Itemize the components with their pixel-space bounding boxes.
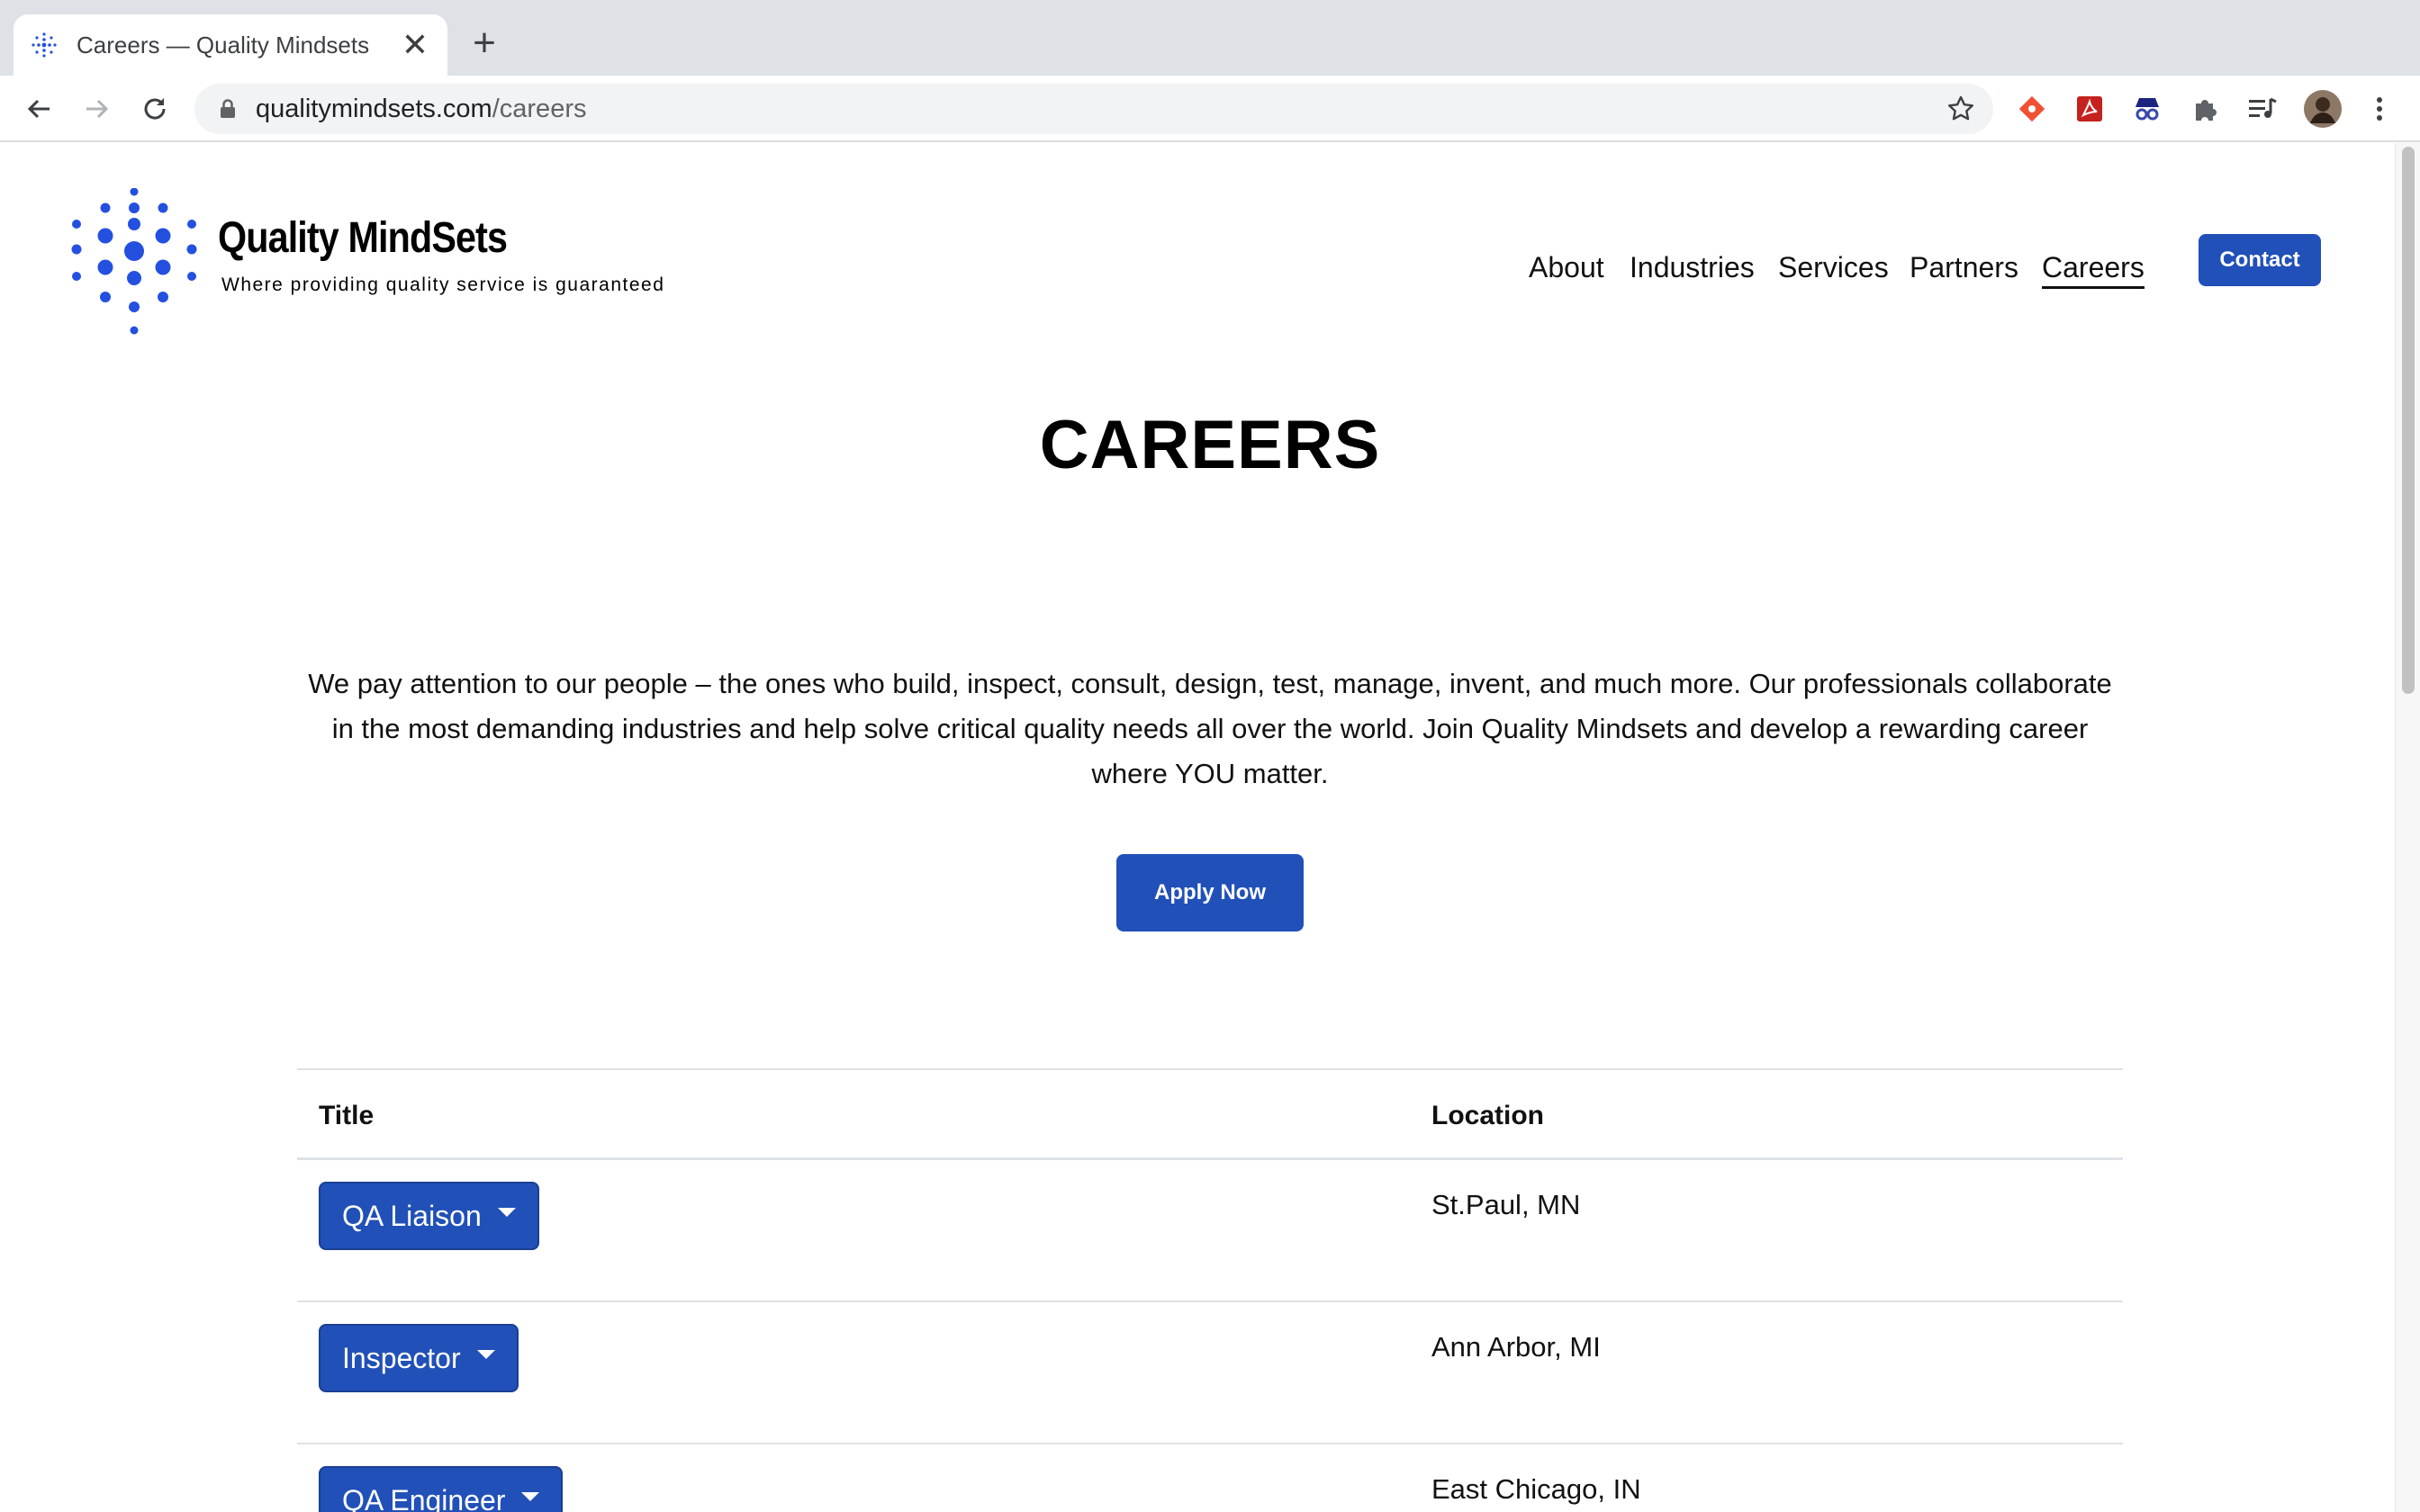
site-favicon-icon <box>30 31 59 59</box>
nav-link-industries[interactable]: Industries <box>1630 251 1755 284</box>
contact-button[interactable]: Contact <box>2199 234 2321 286</box>
page-viewport: Quality MindSets Where providing quality… <box>0 143 2395 1512</box>
address-bar[interactable]: qualitymindsets.com/careers <box>194 84 1993 134</box>
main-nav: About Industries Services Partners Caree… <box>0 242 2395 296</box>
job-title: QA Liaison <box>342 1199 482 1232</box>
url-path: /careers <box>492 94 587 123</box>
back-arrow-icon[interactable] <box>22 91 58 127</box>
job-dropdown-button[interactable]: QA Liaison <box>319 1182 539 1250</box>
tab-close-icon[interactable]: ✕ <box>399 29 431 61</box>
job-dropdown-button[interactable]: QA Engineer <box>319 1466 564 1512</box>
caret-down-icon <box>476 1350 495 1359</box>
jobs-table: Title Location QA Liaison St.Paul, MN In… <box>297 1068 2123 1512</box>
job-dropdown-button[interactable]: Inspector <box>319 1324 519 1392</box>
browser-tab-active[interactable]: Careers — Quality Mindsets ✕ <box>14 14 447 76</box>
job-location: East Chicago, IN <box>1431 1473 1641 1505</box>
lock-icon[interactable] <box>220 99 236 123</box>
new-tab-button[interactable]: + <box>466 23 502 63</box>
scrollbar-thumb[interactable] <box>2402 147 2415 694</box>
caret-down-icon <box>497 1208 516 1217</box>
job-title: QA Engineer <box>342 1483 506 1512</box>
jobs-table-header: Title Location <box>297 1068 2123 1160</box>
nav-link-about[interactable]: About <box>1529 251 1604 284</box>
job-location: St.Paul, MN <box>1431 1189 1581 1220</box>
git-extension-icon[interactable] <box>2015 92 2049 126</box>
job-title: Inspector <box>342 1341 461 1374</box>
column-header-title: Title <box>319 1101 375 1130</box>
pdf-extension-icon[interactable] <box>2072 92 2107 126</box>
caret-down-icon <box>521 1492 540 1501</box>
table-row: Inspector Ann Arbor, MI <box>297 1302 2123 1444</box>
page-scrollbar[interactable] <box>2395 143 2420 1512</box>
nav-link-services[interactable]: Services <box>1778 251 1889 284</box>
tab-title: Careers — Quality Mindsets <box>77 31 370 58</box>
nav-link-careers[interactable]: Careers <box>2042 251 2145 289</box>
table-row: QA Engineer East Chicago, IN <box>297 1444 2123 1512</box>
reload-icon[interactable] <box>137 91 173 127</box>
bookmark-star-icon[interactable] <box>1946 94 1975 128</box>
url-text[interactable]: qualitymindsets.com/careers <box>256 94 586 124</box>
kebab-menu-icon[interactable] <box>2362 92 2397 126</box>
column-header-location: Location <box>1431 1101 1544 1130</box>
job-location: Ann Arbor, MI <box>1431 1331 1601 1363</box>
puzzle-extensions-icon[interactable] <box>2188 92 2222 126</box>
browser-toolbar: qualitymindsets.com/careers <box>0 76 2420 142</box>
nav-link-partners[interactable]: Partners <box>1910 251 2018 284</box>
page-title: CAREERS <box>1039 407 1381 483</box>
profile-avatar[interactable] <box>2303 89 2343 129</box>
browser-tabstrip: Careers — Quality Mindsets ✕ + <box>0 0 2420 76</box>
media-queue-icon[interactable] <box>2245 92 2280 126</box>
incognito-extension-icon[interactable] <box>2130 92 2164 126</box>
forward-arrow-icon[interactable] <box>78 91 114 127</box>
intro-paragraph: We pay attention to our people – the one… <box>308 668 2112 789</box>
table-row: QA Liaison St.Paul, MN <box>297 1160 2123 1302</box>
apply-now-button[interactable]: Apply Now <box>1116 854 1304 932</box>
url-host: qualitymindsets.com <box>256 94 492 123</box>
